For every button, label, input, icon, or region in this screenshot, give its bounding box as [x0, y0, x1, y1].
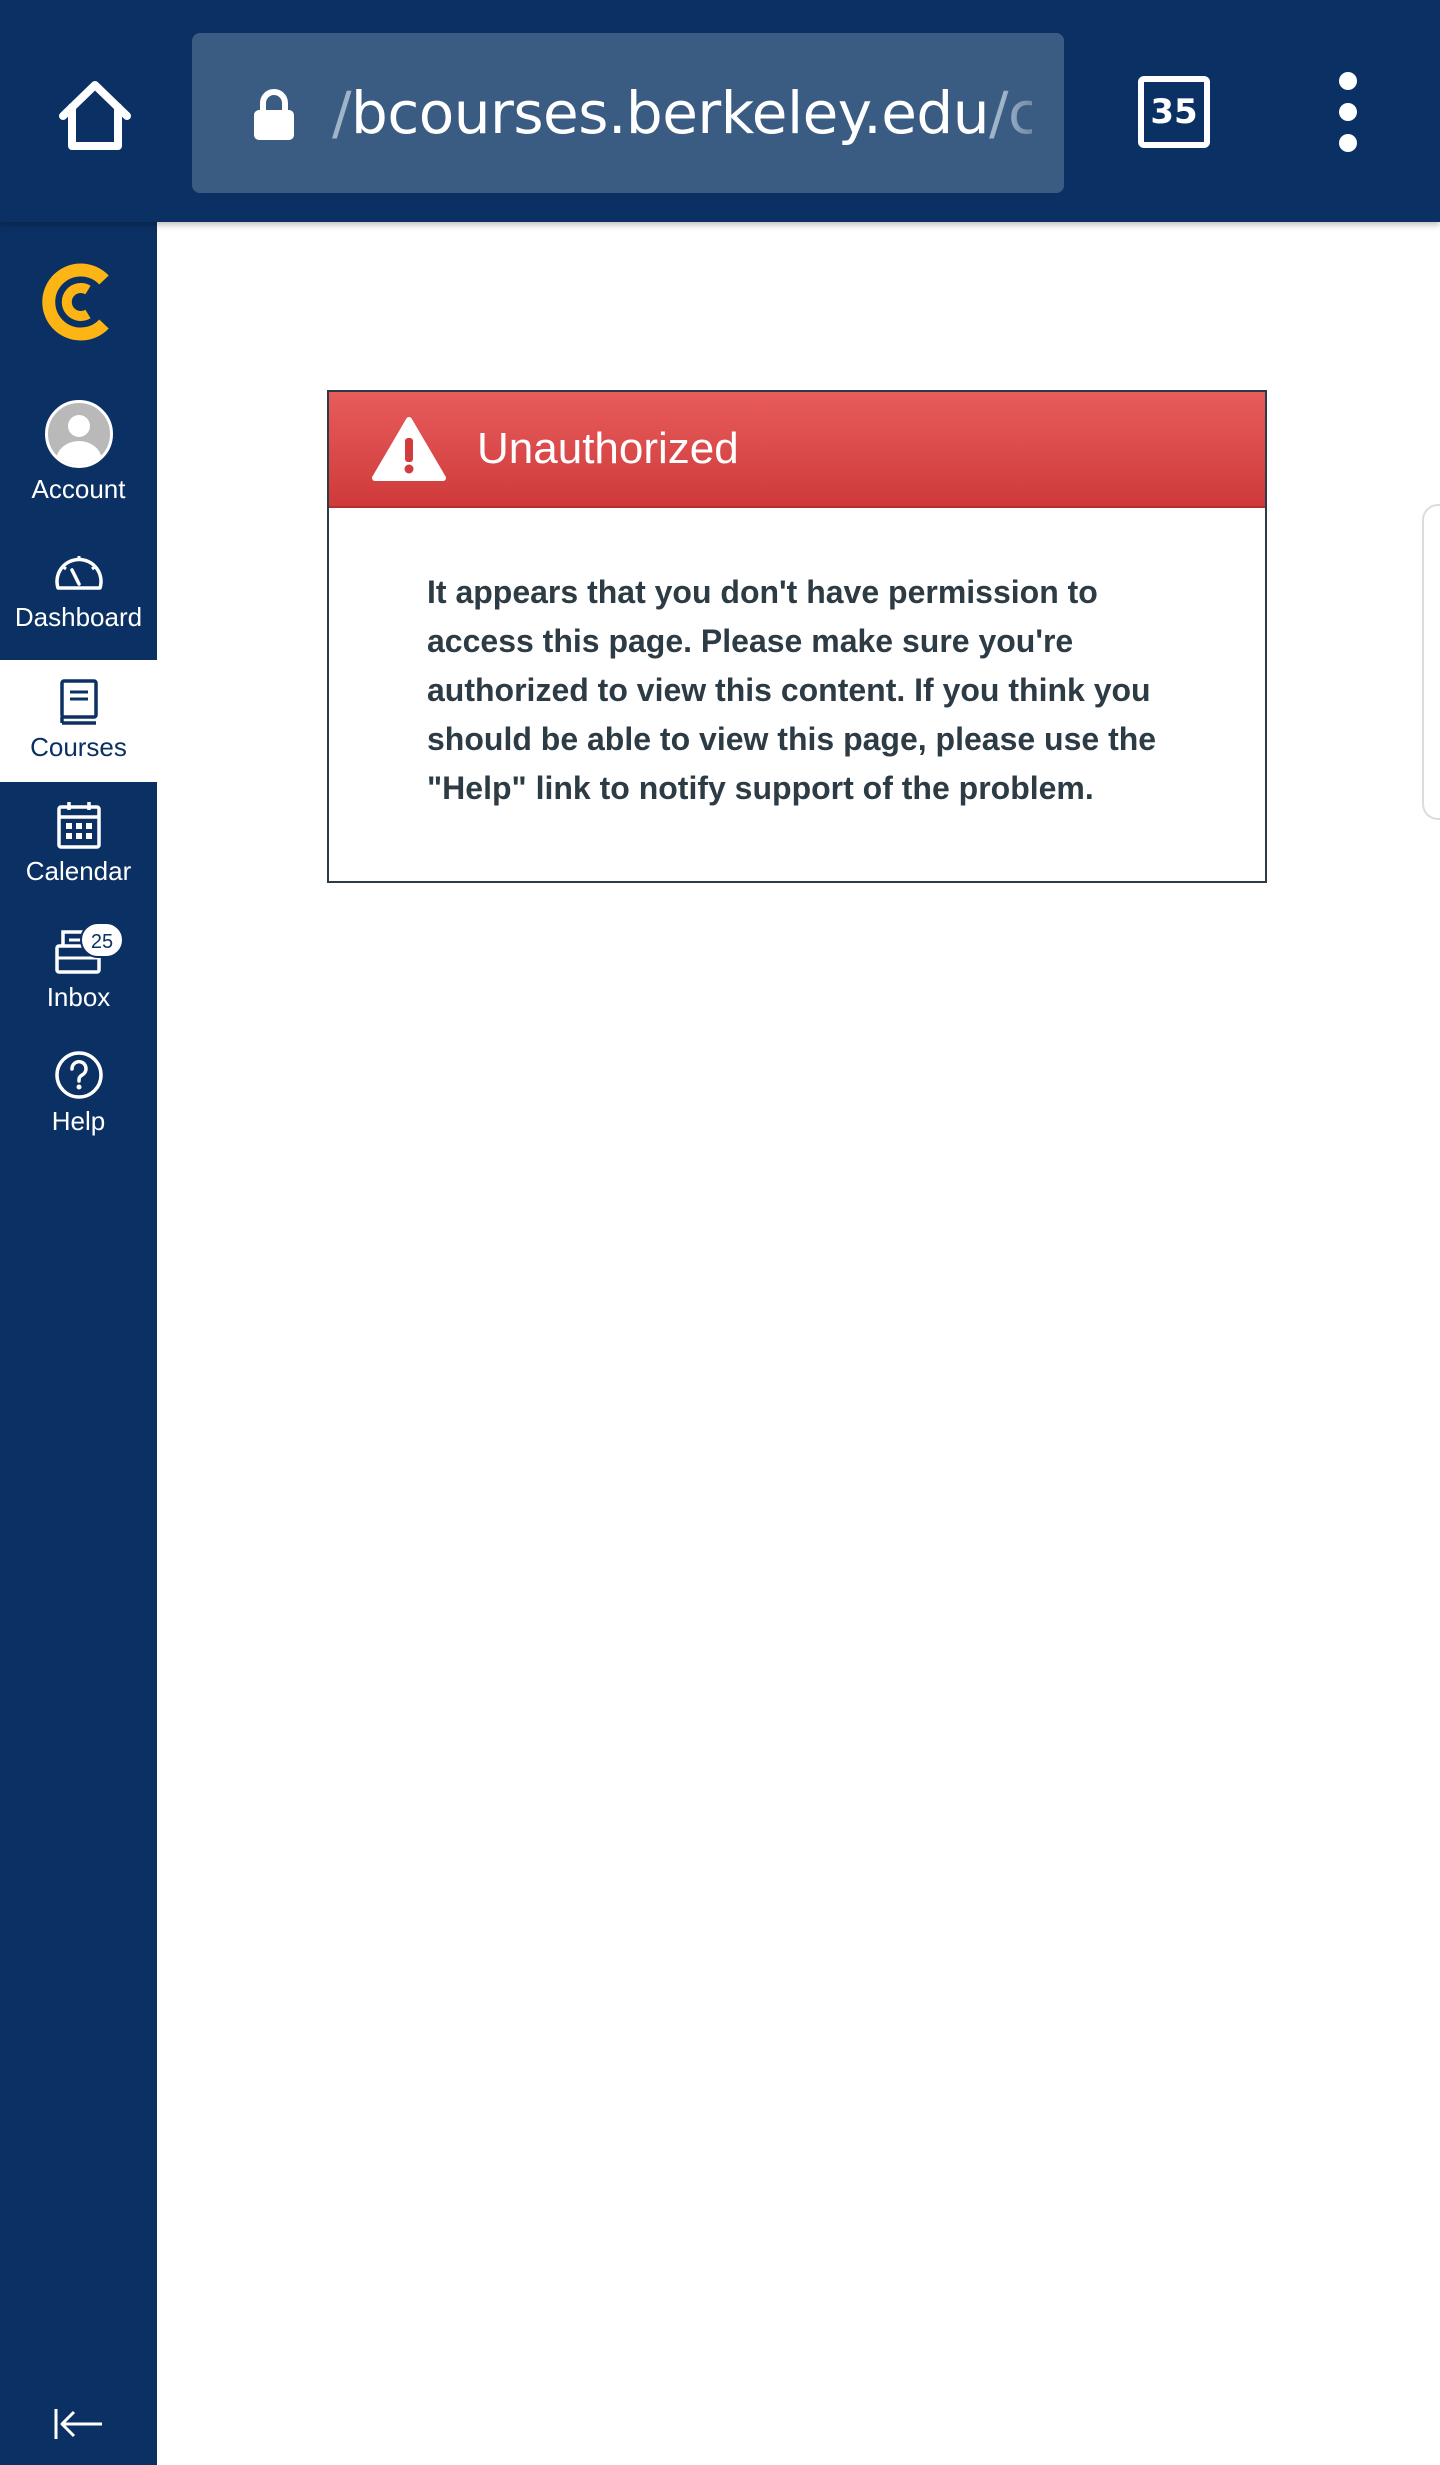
collapse-icon — [54, 2409, 102, 2439]
home-button[interactable] — [50, 70, 140, 160]
nav-item-label: Dashboard — [14, 602, 143, 632]
error-header: Unauthorized — [329, 392, 1265, 508]
help-icon — [54, 1051, 103, 1099]
unread-count-badge: 25 — [80, 922, 124, 958]
overflow-menu-button[interactable] — [1318, 72, 1378, 152]
nav-item-inbox[interactable]: 25 Inbox — [0, 922, 157, 1046]
collapse-nav-button[interactable] — [48, 2399, 108, 2449]
error-title: Unauthorized — [477, 424, 739, 473]
warning-icon — [372, 417, 446, 481]
error-message: It appears that you don't have permissio… — [427, 574, 1157, 806]
nav-item-label: Inbox — [46, 982, 111, 1012]
side-panel-handle[interactable] — [1422, 504, 1440, 820]
dashboard-icon — [54, 556, 103, 590]
nav-item-courses[interactable]: Courses — [0, 660, 157, 782]
courses-icon — [59, 679, 98, 725]
calendar-icon — [56, 802, 101, 849]
url-fade — [1004, 33, 1064, 193]
lock-icon — [246, 85, 302, 145]
url-text: /bcourses.berkeley.edu/c — [332, 79, 1032, 147]
nav-item-dashboard[interactable]: Dashboard — [0, 550, 157, 670]
nav-item-account[interactable]: Account — [0, 400, 157, 530]
global-navigation: Account Dashboard Courses Calendar 25 In… — [0, 222, 157, 2465]
address-bar[interactable]: /bcourses.berkeley.edu/c — [192, 33, 1064, 193]
nav-item-calendar[interactable]: Calendar — [0, 800, 157, 920]
tab-count: 35 — [1150, 92, 1198, 132]
bcourses-logo[interactable] — [40, 262, 116, 342]
nav-item-label: Account — [31, 474, 126, 504]
nav-item-label: Courses — [30, 732, 127, 762]
menu-dot-icon — [1339, 103, 1357, 121]
menu-dot-icon — [1339, 134, 1357, 152]
avatar — [44, 400, 113, 468]
nav-item-label: Help — [51, 1106, 106, 1136]
home-icon — [59, 81, 131, 150]
main-content: Unauthorized It appears that you don't h… — [157, 222, 1440, 2465]
browser-toolbar: /bcourses.berkeley.edu/c 35 — [0, 0, 1440, 222]
nav-item-label: Calendar — [25, 856, 132, 886]
tab-switcher-button[interactable]: 35 — [1138, 76, 1210, 148]
logo-icon — [42, 263, 109, 341]
menu-dot-icon — [1339, 72, 1357, 90]
nav-item-help[interactable]: Help — [0, 1050, 157, 1170]
error-panel: Unauthorized It appears that you don't h… — [327, 390, 1267, 883]
